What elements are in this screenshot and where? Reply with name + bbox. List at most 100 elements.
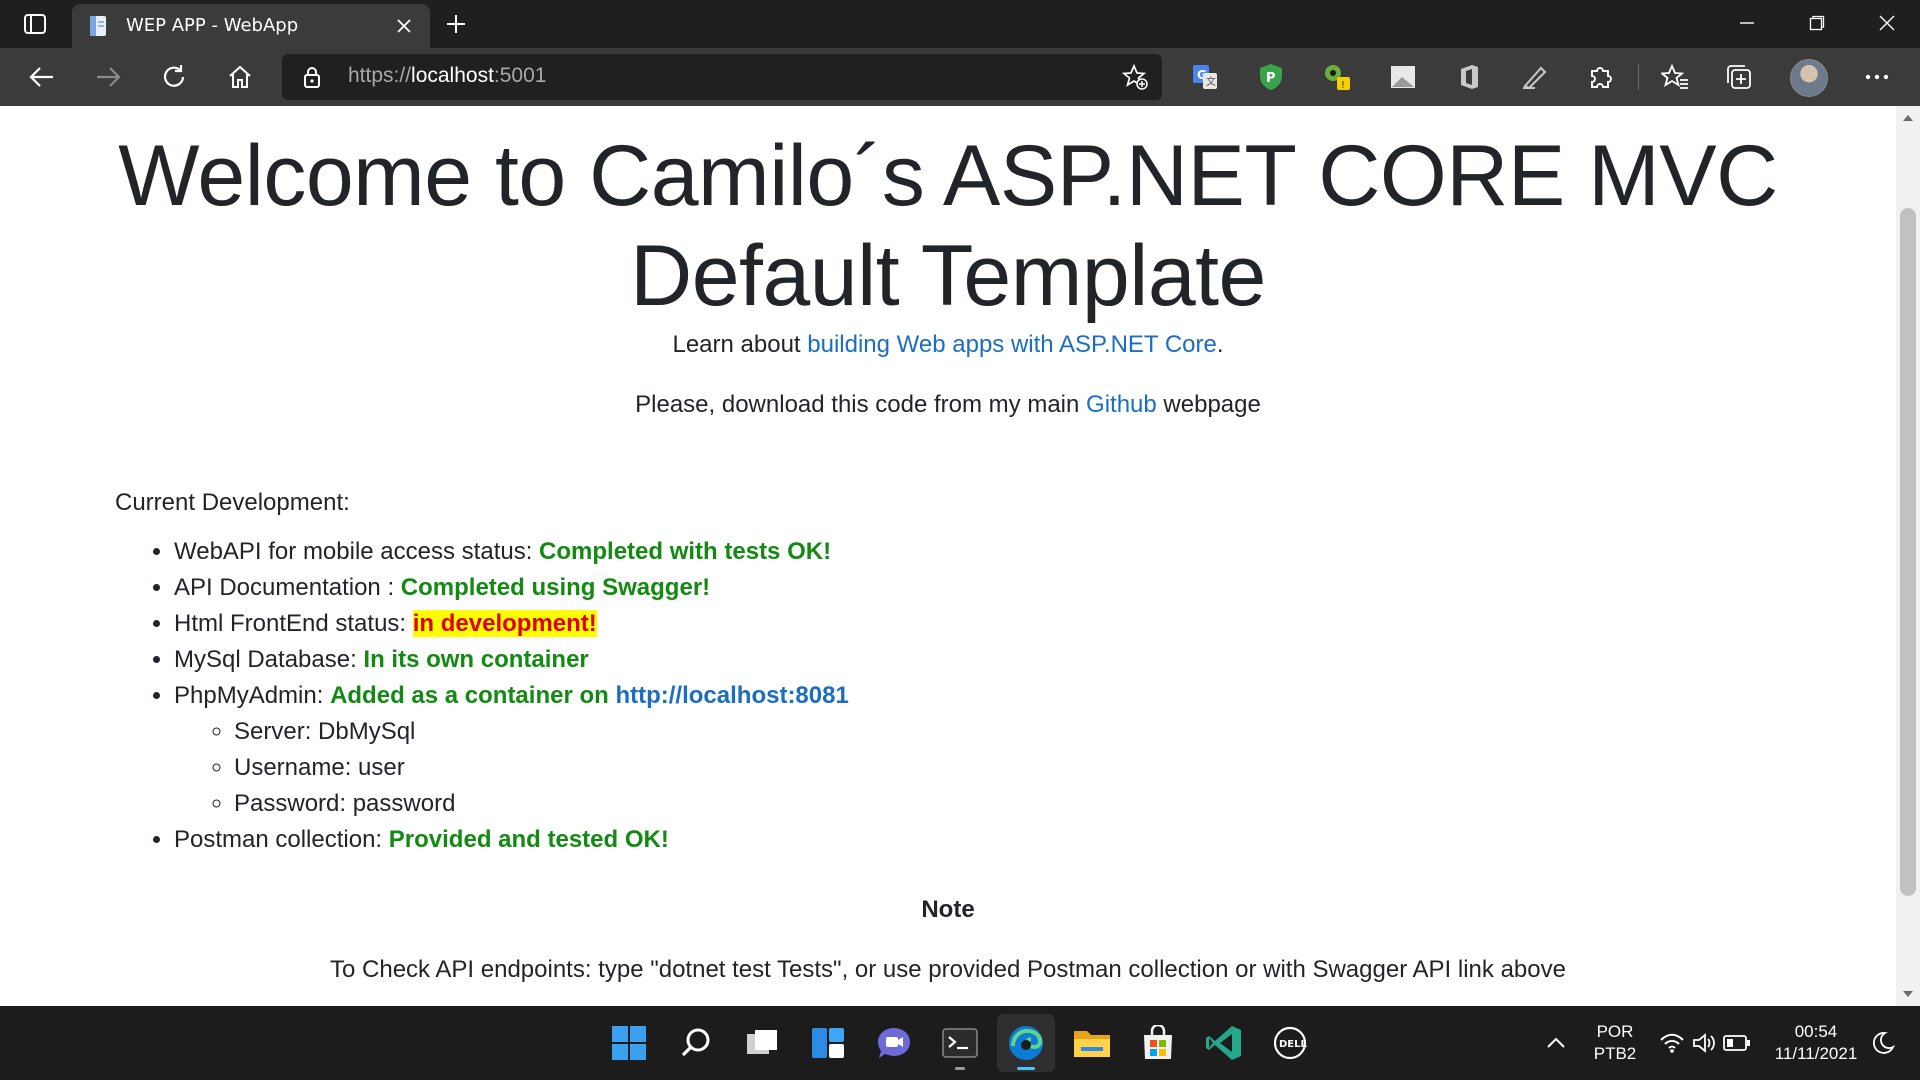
- sub-list-item: Server: DbMySql: [234, 714, 849, 750]
- address-bar[interactable]: https://localhost:5001: [282, 54, 1162, 100]
- task-view-button[interactable]: [733, 1014, 791, 1072]
- forward-button[interactable]: [88, 58, 128, 96]
- page-title: Welcome to Camilo´s ASP.NET CORE MVC Def…: [118, 128, 1778, 324]
- item-status: Completed with tests OK!: [539, 538, 832, 565]
- show-hidden-icons-chevron-icon[interactable]: [1541, 1028, 1571, 1058]
- aspnet-docs-link[interactable]: building Web apps with ASP.NET Core: [807, 331, 1217, 358]
- pen-extension-icon[interactable]: [1520, 62, 1550, 92]
- more-options-icon[interactable]: [1862, 62, 1892, 92]
- extensions-puzzle-icon[interactable]: [1586, 62, 1616, 92]
- item-label: WebAPI for mobile access status:: [174, 538, 540, 565]
- clock[interactable]: 00:54 11/11/2021: [1766, 1021, 1866, 1065]
- svg-text:文: 文: [1206, 75, 1216, 88]
- close-tab-icon[interactable]: [392, 14, 416, 38]
- terminal-button[interactable]: [931, 1014, 989, 1072]
- learn-paragraph: Learn about building Web apps with ASP.N…: [0, 331, 1896, 359]
- toolbar-divider: [1638, 64, 1639, 90]
- learn-suffix: .: [1216, 331, 1224, 358]
- tab-title: WEP APP - WebApp: [126, 15, 299, 36]
- edge-browser-button[interactable]: [997, 1014, 1055, 1072]
- search-button[interactable]: [667, 1014, 725, 1072]
- microsoft-store-button[interactable]: [1129, 1014, 1187, 1072]
- page-scrollbar[interactable]: [1896, 106, 1920, 1006]
- clock-date: 11/11/2021: [1774, 1044, 1858, 1063]
- teams-chat-button[interactable]: [865, 1014, 923, 1072]
- widgets-button[interactable]: [799, 1014, 857, 1072]
- translate-extension-icon[interactable]: G文: [1190, 62, 1220, 92]
- list-item: MySql Database: In its own container: [174, 642, 849, 678]
- sub-list-item: Password: password: [234, 786, 849, 822]
- item-label: MySql Database:: [174, 646, 364, 673]
- item-status: Provided and tested OK!: [388, 826, 669, 853]
- scroll-up-arrow-icon[interactable]: [1902, 112, 1914, 124]
- vscode-button[interactable]: [1195, 1014, 1253, 1072]
- clock-time: 00:54: [1794, 1022, 1838, 1041]
- list-item: PhpMyAdmin: Added as a container on http…: [174, 678, 849, 822]
- back-button[interactable]: [22, 58, 62, 96]
- learn-prefix: Learn about: [672, 331, 808, 358]
- dev-extension-icon[interactable]: !: [1322, 62, 1352, 92]
- page-favicon-icon: [90, 16, 106, 36]
- shield-extension-icon[interactable]: P: [1256, 62, 1286, 92]
- add-favorite-icon[interactable]: [1122, 64, 1148, 90]
- item-status: In its own container: [363, 646, 589, 673]
- url-text[interactable]: https://localhost:5001: [348, 64, 546, 88]
- lock-icon[interactable]: [300, 65, 324, 89]
- note-heading: Note: [921, 896, 975, 923]
- download-paragraph: Please, download this code from my main …: [0, 391, 1896, 419]
- phpmyadmin-link[interactable]: http://localhost:8081: [615, 682, 848, 709]
- item-label: API Documentation :: [174, 574, 401, 601]
- restore-button[interactable]: [1782, 0, 1852, 46]
- url-scheme: https://: [348, 64, 412, 87]
- page-content[interactable]: Welcome to Camilo´s ASP.NET CORE MVC Def…: [0, 106, 1896, 1006]
- volume-icon[interactable]: [1690, 1028, 1720, 1058]
- download-suffix: webpage: [1156, 391, 1261, 418]
- favorites-icon[interactable]: [1660, 62, 1690, 92]
- running-indicator: [1017, 1067, 1035, 1070]
- dell-app-button[interactable]: DELL: [1261, 1014, 1319, 1072]
- office-extension-icon[interactable]: [1454, 62, 1484, 92]
- download-prefix: Please, download this code from my main: [635, 391, 1087, 418]
- new-tab-button[interactable]: [440, 9, 472, 39]
- keyboard-layout: PTB2: [1593, 1044, 1637, 1063]
- profile-avatar[interactable]: [1790, 59, 1828, 97]
- sub-list-item: Username: user: [234, 750, 849, 786]
- windows-taskbar: DELL POR PTB2 00:54 11/11/2021: [0, 1006, 1920, 1080]
- note-text: To Check API endpoints: type "dotnet tes…: [330, 956, 1566, 983]
- github-link[interactable]: Github: [1086, 391, 1157, 418]
- wifi-icon[interactable]: [1657, 1028, 1687, 1058]
- url-host: localhost: [411, 64, 494, 87]
- file-explorer-button[interactable]: [1063, 1014, 1121, 1072]
- svg-text:P: P: [1266, 71, 1276, 86]
- list-item: WebAPI for mobile access status: Complet…: [174, 534, 849, 570]
- svg-text:DELL: DELL: [1279, 1039, 1308, 1050]
- list-item: API Documentation : Completed using Swag…: [174, 570, 849, 606]
- start-button[interactable]: [600, 1014, 658, 1072]
- credentials-list: Server: DbMySql Username: user Password:…: [174, 714, 849, 822]
- status-list: WebAPI for mobile access status: Complet…: [128, 534, 849, 858]
- scrollbar-thumb[interactable]: [1900, 208, 1916, 896]
- tab-actions-icon[interactable]: [20, 10, 50, 38]
- list-item: Html FrontEnd status: in development!: [174, 606, 849, 642]
- list-item: Postman collection: Provided and tested …: [174, 822, 849, 858]
- input-language-indicator[interactable]: POR PTB2: [1580, 1021, 1650, 1065]
- focus-moon-icon[interactable]: [1868, 1028, 1898, 1058]
- item-label: PhpMyAdmin:: [174, 682, 331, 709]
- item-status: Added as a container on: [330, 682, 616, 709]
- minimize-button[interactable]: [1712, 0, 1782, 46]
- battery-icon[interactable]: [1722, 1028, 1752, 1058]
- tab-strip: WEP APP - WebApp: [0, 0, 1920, 48]
- close-window-button[interactable]: [1852, 0, 1920, 46]
- svg-text:!: !: [1341, 80, 1345, 91]
- item-label: Html FrontEnd status:: [174, 610, 413, 637]
- refresh-button[interactable]: [154, 58, 194, 96]
- running-indicator: [955, 1067, 965, 1070]
- item-status-highlight: in development!: [412, 610, 597, 637]
- url-port: :5001: [493, 64, 547, 87]
- browser-tab[interactable]: WEP APP - WebApp: [72, 4, 430, 48]
- scroll-down-arrow-icon[interactable]: [1902, 988, 1914, 1000]
- current-development-label: Current Development:: [115, 489, 350, 516]
- collections-icon[interactable]: [1724, 62, 1754, 92]
- image-extension-icon[interactable]: [1388, 62, 1418, 92]
- home-button[interactable]: [220, 58, 260, 96]
